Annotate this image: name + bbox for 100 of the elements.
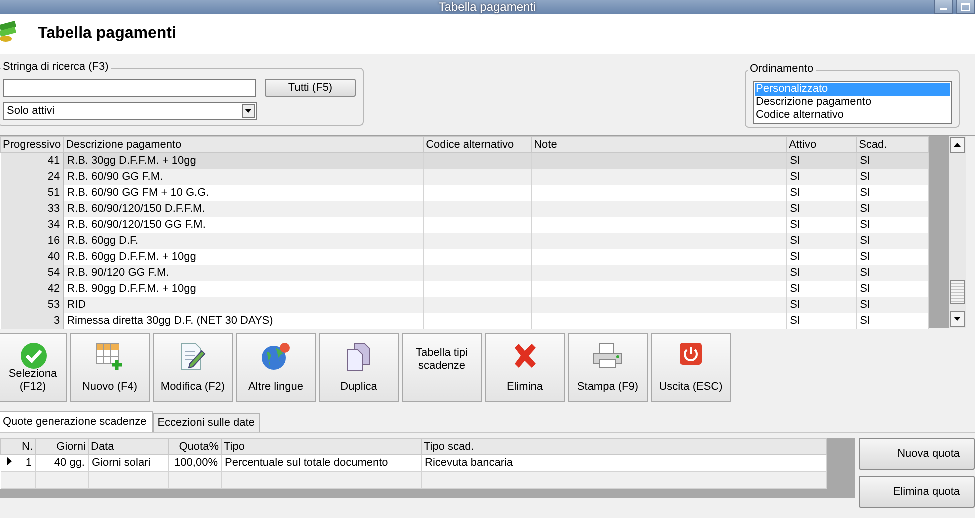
table-cell: R.B. 60/90 GG F.M. (67, 171, 164, 183)
search-field[interactable] (3, 79, 256, 97)
column-header[interactable]: Note (532, 136, 787, 152)
table-cell: SI (790, 315, 800, 327)
table-cell: 34 (48, 219, 60, 231)
sort-option[interactable]: Descrizione pagamento (755, 96, 950, 109)
table-cell: R.B. 60/90/120/150 GG F.M. (67, 219, 206, 231)
group-label: Ordinamento (748, 63, 816, 75)
scroll-up-button[interactable] (950, 137, 966, 153)
up-arrow-icon (954, 143, 962, 147)
table-cell: 54 (48, 267, 60, 279)
page-title: Tabella pagamenti (38, 25, 176, 43)
globe-icon (261, 342, 291, 372)
table-cell: SI (790, 235, 800, 247)
money-icon (0, 20, 18, 44)
table-cell: R.B. 60gg D.F. (67, 235, 139, 247)
table-cell: R.B. 60/90/120/150 D.F.F.M. (67, 203, 206, 215)
printer-icon (592, 342, 624, 370)
table-row[interactable]: 24 R.B. 60/90 GG F.M. SI SI (0, 169, 929, 185)
toolbar-button[interactable]: Seleziona (F12) (0, 333, 67, 402)
add-grid-icon (95, 342, 125, 372)
toolbar-button[interactable]: Tabella tipi scadenze (402, 333, 482, 402)
table-row[interactable]: 41 R.B. 30gg D.F.F.M. + 10gg SI SI (0, 152, 929, 169)
side-button[interactable]: Elimina quota (859, 476, 975, 508)
column-header[interactable]: Tipo (222, 438, 422, 454)
table-cell: 40 (48, 251, 60, 263)
table-cell: SI (790, 299, 800, 311)
table-cell: SI (790, 219, 800, 231)
table-cell: SI (790, 267, 800, 279)
table-cell: SI (860, 315, 870, 327)
table-cell: SI (790, 251, 800, 263)
table-row[interactable]: 3 Rimessa diretta 30gg D.F. (NET 30 DAYS) SI SI (0, 313, 929, 329)
table-cell: 1 (26, 457, 32, 469)
table-row[interactable]: 16 R.B. 60gg D.F. SI SI (0, 233, 929, 249)
table-cell: 40 gg. (54, 457, 85, 469)
table-cell: SI (790, 283, 800, 295)
column-header[interactable]: N. (0, 438, 36, 454)
table-cell: R.B. 90/120 GG F.M. (67, 267, 170, 279)
toolbar-button[interactable]: Modifica (F2) (153, 333, 233, 402)
table-cell: 53 (48, 299, 60, 311)
column-header[interactable]: Descrizione pagamento (64, 136, 424, 152)
table-cell: SI (790, 203, 800, 215)
table-cell: SI (790, 171, 800, 183)
toolbar-button[interactable]: Altre lingue (236, 333, 316, 402)
toolbar-button[interactable]: Nuovo (F4) (70, 333, 150, 402)
column-header[interactable]: Progressivo (0, 136, 64, 152)
check-icon (20, 342, 48, 370)
group-label: Stringa di ricerca (F3) (1, 61, 111, 73)
column-header[interactable]: Codice alternativo (424, 136, 532, 152)
table-cell: Giorni solari (92, 457, 151, 469)
minimize-button[interactable] (934, 0, 953, 14)
table-cell: SI (860, 219, 870, 231)
table-cell: SI (860, 283, 870, 295)
table-cell: R.B. 60gg D.F.F.M. + 10gg (67, 251, 196, 263)
table-cell: SI (860, 267, 870, 279)
table-cell: 33 (48, 203, 60, 215)
maximize-button[interactable] (956, 0, 975, 14)
column-header[interactable]: Giorni (36, 438, 88, 454)
table-cell: SI (860, 203, 870, 215)
side-button[interactable]: Nuova quota (859, 438, 975, 470)
sort-option[interactable]: Codice alternativo (755, 109, 950, 122)
table-row[interactable]: 53 RID SI SI (0, 297, 929, 313)
scroll-thumb[interactable] (950, 280, 966, 304)
tab[interactable]: Eccezioni sulle date (152, 413, 260, 432)
table-cell: 3 (54, 315, 60, 327)
table-cell: 41 (48, 155, 60, 167)
window-title: Tabella pagamenti (438, 0, 536, 14)
column-header[interactable]: Tipo scad. (422, 438, 826, 454)
table-cell: 16 (48, 235, 60, 247)
copy-icon (345, 342, 373, 372)
table-cell: R.B. 60/90 GG FM + 10 G.G. (67, 187, 210, 199)
table-cell: SI (790, 155, 800, 167)
table-cell: SI (860, 155, 870, 167)
column-header[interactable]: Scad. (856, 136, 929, 152)
tab[interactable]: Quote generazione scadenze (0, 411, 153, 432)
table-cell: 42 (48, 283, 60, 295)
table-cell: SI (790, 187, 800, 199)
row-pointer-icon (6, 457, 12, 466)
column-header[interactable]: Quota% (168, 438, 222, 454)
column-header[interactable]: Attivo (786, 136, 857, 152)
table-cell: SI (860, 187, 870, 199)
table-cell: R.B. 90gg D.F.F.M. + 10gg (67, 283, 196, 295)
down-arrow-icon (954, 317, 962, 321)
edit-icon (179, 342, 207, 372)
all-button[interactable]: Tutti (F5) (265, 79, 356, 97)
table-cell: Rimessa diretta 30gg D.F. (NET 30 DAYS) (67, 315, 274, 327)
toolbar-button[interactable]: Uscita (ESC) (651, 333, 731, 402)
table-cell: SI (860, 171, 870, 183)
table-row[interactable]: 54 R.B. 90/120 GG F.M. SI SI (0, 265, 929, 281)
table-cell: Percentuale sul totale documento (225, 457, 388, 469)
column-header[interactable]: Data (88, 438, 168, 454)
toolbar-button[interactable]: Stampa (F9) (568, 333, 648, 402)
toolbar-button[interactable]: Duplica (319, 333, 399, 402)
table-cell: R.B. 30gg D.F.F.M. + 10gg (67, 155, 196, 167)
table-row[interactable]: 33 R.B. 60/90/120/150 D.F.F.M. SI SI (0, 201, 929, 217)
scrollbar[interactable] (949, 136, 966, 328)
filter-dropdown[interactable]: Solo attivi (3, 102, 257, 120)
scroll-down-button[interactable] (950, 311, 966, 327)
toolbar-button[interactable]: Elimina (485, 333, 565, 402)
table-cell: 100,00% (174, 457, 218, 469)
